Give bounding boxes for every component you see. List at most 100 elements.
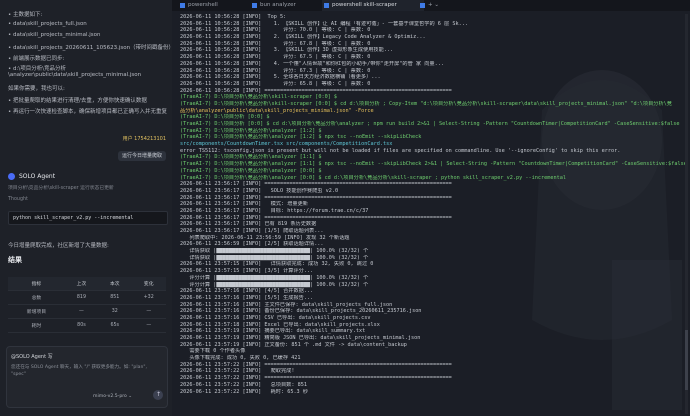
terminal-line: 2026-06-11 23:56:17 [INFO] =============… [180, 194, 452, 201]
terminal-line: 评分计算 |██████████████████████████████| 10… [180, 274, 369, 281]
table-cell: 32 [98, 304, 132, 319]
terminal-icon [180, 3, 185, 8]
terminal-line: (TraeAI-7) D:\项目分析 [0:0] $ [180, 114, 270, 121]
terminal-line: 2026-06-11 10:56:28 [INFO] 3. 【SKILL 创作】… [180, 47, 394, 54]
terminal-tab[interactable]: + ⌄ [418, 0, 454, 11]
summary-line: 如果你需要，我也可以: [8, 86, 65, 92]
table-cell: 耗时 [8, 318, 65, 333]
terminal-line: 2026-06-11 23:56:17 [INFO] SOLO 技能创作赛爬虫 … [180, 187, 339, 194]
summary-line: • data\skill_projects_full.json [8, 21, 87, 27]
terminal-line: 2026-06-11 10:56:28 [INFO] 5. 全球各日天方经济数据… [180, 74, 381, 81]
table-header: 变化 [131, 277, 166, 291]
status-line: Thought [8, 197, 28, 202]
terminal-line: 2026-06-11 23:57:19 [INFO] 摘要已导出: data\s… [180, 328, 366, 335]
terminal-line: (TraeAI-7) D:\项目分析\竞品分析\skill-scraper [0… [180, 94, 338, 101]
model-selector[interactable]: mimo-v2.5-pro ⌄ [93, 394, 132, 399]
table-cell: 新增项目 [8, 304, 65, 319]
agent-avatar-icon [8, 173, 15, 180]
table-cell: +32 [131, 290, 166, 305]
terminal-line: 2026-06-11 23:57:15 [INFO] 详情获取完成: 成功 32… [180, 261, 374, 268]
terminal-line: 2026-06-11 23:57:22 [INFO] 耗时: 65.3 秒 [180, 388, 308, 395]
terminal-line: (TraeAI-7) D:\项目分析\竞品分析\analyzer [1:2] $ [180, 127, 322, 134]
terminal-line: 2026-06-11 23:57:16 [INFO] 备份已保存: data\s… [180, 308, 422, 315]
terminal-line: 2026-06-11 23:57:19 [INFO] 正文备份: 851 个 .… [180, 341, 407, 348]
terminal-line: 2026-06-11 23:57:18 [INFO] Excel 已导出: da… [180, 321, 380, 328]
terminal-icon [252, 3, 257, 8]
terminal-line: 2026-06-11 23:56:17 [INFO] =============… [180, 181, 452, 188]
terminal-line: 2026-06-11 23:57:22 [INFO] =============… [180, 361, 452, 368]
terminal-line: 列表爬取中: 2026-06-11 23:56:59 [INFO] 发现 32 … [180, 234, 350, 241]
terminal-line: (TraeAI-7) D:\项目分析\竞品分析\analyzer [1:1] $ [180, 154, 322, 161]
summary-line: • 把批量爬取的结果进行清理/去重，方便你快速确认数据 [8, 98, 147, 104]
summary-line: • 再运行一次快速检查脚本，确保新增项目都已正确写入并无重复 [8, 109, 167, 115]
terminal-line: 2026-06-11 23:56:59 [INFO] [2/5] 获取话题详情.… [180, 241, 324, 248]
terminal-line: (TraeAI-7) D:\项目分析\竞品分析\skill-scraper [0… [180, 100, 672, 107]
table-row: 新增项目 —32— [8, 304, 166, 319]
summary-line: • 主数据如下: [8, 12, 43, 18]
summary-line: • d:\项目分析\竞品分析 [8, 66, 67, 72]
table-cell: 总数 [8, 290, 65, 305]
terminal-line: 2026-06-11 23:56:17 [INFO] 已有 819 条历史数据 [180, 221, 317, 228]
terminal-line: 2026-06-11 23:57:16 [INFO] CSV 已导出: data… [180, 314, 371, 321]
tab-label: bun analyzer [260, 2, 296, 8]
terminal-scroll-thumb[interactable] [685, 330, 688, 390]
table-row: 耗时 80s 65s — [8, 318, 166, 333]
agent-header: SOLO Agent [8, 173, 55, 180]
terminal-line: 2026-06-11 23:56:17 [INFO] [1/5] 爬取话题列表.… [180, 228, 324, 234]
terminal-line: 2026-06-11 10:56:28 [INFO] 4. 一个懂"人情世故"和… [180, 60, 444, 67]
command-code-block: python skill_scraper_v2.py --incremental [8, 211, 168, 225]
terminal-tab[interactable]: powershell skill-scraper [322, 0, 424, 11]
user-chip[interactable]: 用户 1754213101 [123, 135, 166, 142]
table-cell: — [131, 304, 166, 319]
terminal-tabbar: powershell bun analyzer powershell skill-s… [172, 0, 690, 11]
agent-name: SOLO Agent [19, 173, 56, 180]
summary-line: \analyzer\public\data\skill_projects_min… [8, 72, 142, 78]
terminal-tab[interactable]: powershell [178, 0, 256, 11]
table-cell: 851 [98, 290, 132, 305]
table-header: 上次 [64, 277, 99, 291]
status-line: 项目分析\竞品分析\skill-scraper 运行状态已更新 [8, 186, 114, 191]
terminal-line: 2026-06-11 23:57:22 [INFO] =============… [180, 375, 452, 382]
terminal-line: 2026-06-11 10:56:28 [INFO] 1. 【SKILL 创作】… [180, 20, 468, 27]
terminal-line: (TraeAI-7) D:\项目分析\竞品分析\analyzer [0:0] $… [180, 174, 566, 181]
terminal-line: (TraeAI-7) D:\项目分析\竞品分析\analyzer [1:2] $… [180, 134, 422, 141]
terminal-line: 2026-06-11 10:56:28 [INFO] 评分: 67.3 | 等级… [180, 67, 371, 74]
table-cell: 819 [64, 290, 99, 305]
input-title: @SOLO Agent 写 [11, 354, 53, 360]
terminal-line: 2026-06-11 10:56:28 [INFO] Top 5: [180, 14, 287, 20]
terminal-line: error TS5112: tsconfig.json is present b… [180, 147, 621, 154]
summary-line: • 前端展示数据已同步: [8, 56, 65, 62]
chat-input-box[interactable]: @SOLO Agent 写 您还在与 SOLO Agent 聊天，输入 "/" … [6, 346, 168, 408]
send-button[interactable]: ↑ [153, 390, 163, 400]
tab-label: powershell skill-scraper [332, 2, 397, 8]
tab-label: + ⌄ [428, 2, 439, 8]
table-header: 本次 [98, 277, 132, 291]
terminal-line: 2026-06-11 10:56:28 [INFO] 2. 【SKILL 创作】… [180, 34, 426, 41]
result-title: 结果 [8, 256, 22, 264]
terminal-line: 头像下载完成: 成功 0, 失败 0, 已缓存 421 [180, 355, 301, 362]
terminal-line: 2026-06-11 23:57:15 [INFO] [3/5] 计算评分... [180, 268, 314, 275]
send-icon: ↑ [156, 391, 162, 398]
terminal-line: 评分计算 |██████████████████████████████| 10… [180, 281, 369, 288]
chat-input[interactable]: 您还在与 SOLO Agent 聊天，输入 "/" 获取更多能力。如: "pla… [11, 364, 161, 378]
terminal-tab[interactable]: bun analyzer [250, 0, 328, 11]
terminal-line: src/components/CountdownTimer.tsx src/co… [180, 141, 393, 148]
terminal-line: 品分析\analyzer\public\data\skill_projects_… [180, 107, 374, 114]
terminal-line: 2026-06-11 23:56:17 [INFO] 目标: https://f… [180, 207, 369, 214]
terminal-line: 2026-06-11 23:57:16 [INFO] [5/5] 生成报告... [180, 294, 314, 301]
terminal-output[interactable]: 2026-06-11 10:56:28 [INFO] Top 5: 2026-06… [180, 14, 686, 395]
summary-line: • data\skill_projects_minimal.json [8, 32, 101, 38]
terminal-line: 2026-06-11 10:56:28 [INFO] 评分: 70.0 | 等级… [180, 27, 371, 34]
terminal-line: 2026-06-11 23:57:22 [INFO] 爬取完成! [180, 368, 295, 375]
terminal-line: 2026-06-11 23:56:17 [INFO] 模式: 增量更新 [180, 201, 308, 208]
terminal-icon [324, 3, 329, 8]
terminal-line: 详情获取 |██████████████████████████████| 10… [180, 248, 369, 255]
table-row: 总数 819 851 +32 [8, 290, 166, 305]
terminal-panel: powershell bun analyzer powershell skill-s… [172, 0, 690, 416]
terminal-line: 2026-06-11 10:56:28 [INFO] =============… [180, 87, 452, 94]
run-incremental-button[interactable]: 运行今日增量爬取 [118, 151, 166, 161]
terminal-line: 2026-06-11 23:57:16 [INFO] 主文件已保存: data\… [180, 301, 393, 308]
terminal-line: 2026-06-11 10:56:28 [INFO] 评分: 67.8 | 等级… [180, 40, 371, 47]
result-intro: 今日增量爬取完成，社区新增了大量数据: [8, 243, 109, 249]
terminal-line: 2026-06-11 10:56:28 [INFO] 评分: 65.8 | 等级… [180, 80, 371, 87]
